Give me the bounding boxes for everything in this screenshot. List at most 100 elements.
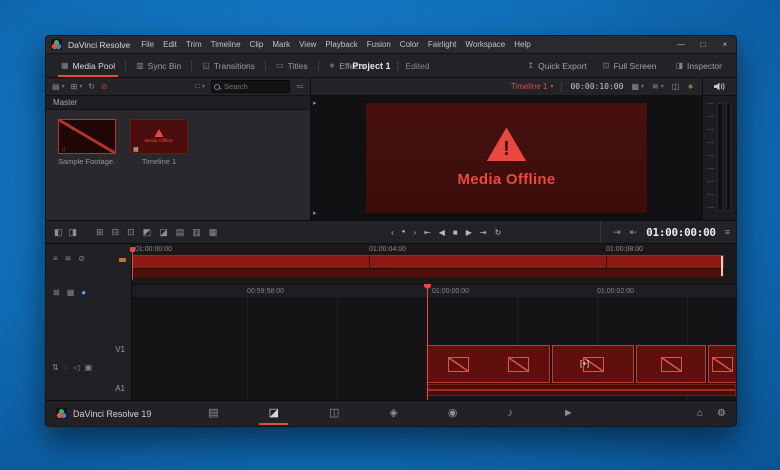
viewer-grid-button[interactable]: ▦ ▾	[631, 82, 644, 91]
minimize-button[interactable]: —	[670, 36, 692, 53]
thumbnail-size-button[interactable]: ∷ ▾	[195, 82, 205, 91]
page-edit-button[interactable]: ◫	[327, 404, 341, 423]
viewer-tools-button[interactable]: ≋ ▾	[652, 82, 664, 91]
tab-sync-bin[interactable]: ▥ Sync Bin	[127, 54, 190, 77]
home-button[interactable]: ⌂	[697, 408, 703, 419]
trim-in-icon[interactable]: ◧	[54, 227, 63, 238]
menu-fairlight[interactable]: Fairlight	[428, 40, 456, 49]
menu-color[interactable]: Color	[400, 40, 419, 49]
transition-icon[interactable]: ▥	[192, 227, 201, 238]
page-deliver-button[interactable]: ►	[561, 404, 576, 423]
menu-workspace[interactable]: Workspace	[465, 40, 505, 49]
clip-thumbnail[interactable]: ♫	[58, 119, 116, 154]
page-fairlight-button[interactable]: ♪	[505, 404, 515, 423]
filter-button[interactable]: ≔	[296, 82, 304, 91]
video-clip[interactable]	[636, 345, 706, 383]
close-button[interactable]: ×	[714, 36, 736, 53]
mini-playhead[interactable]	[132, 250, 133, 280]
collapse-panel-icon[interactable]: ▸	[313, 209, 317, 217]
track-height-icon[interactable]: ⇅	[52, 363, 59, 372]
timeline-options-menu[interactable]: ≡	[725, 227, 730, 237]
video-track-label[interactable]: V1	[115, 345, 125, 354]
refresh-button[interactable]: ↻	[88, 82, 95, 91]
snapping-indicator-icon[interactable]: ●	[81, 288, 86, 297]
playhead[interactable]	[427, 284, 428, 400]
clip-label: Sample Footage...	[58, 157, 116, 166]
page-fusion-button[interactable]: ◈	[387, 404, 399, 423]
menu-timeline[interactable]: Timeline	[211, 40, 241, 49]
audio-track-label[interactable]: A1	[115, 384, 125, 393]
append-icon[interactable]: ⊟	[112, 227, 120, 238]
stop-button[interactable]: ■	[453, 228, 458, 237]
media-clip-timeline-1[interactable]: Media Offline ▦ Timeline 1	[130, 119, 188, 166]
list-view-button[interactable]: ▤ ▾	[52, 82, 65, 91]
disable-icon[interactable]: ⊘	[78, 254, 85, 263]
page-media-button[interactable]: ▤	[206, 404, 220, 423]
play-reverse-button[interactable]: ◀	[439, 228, 445, 237]
tab-titles[interactable]: ▭ Titles	[267, 54, 317, 77]
effect-icon[interactable]: ▦	[209, 227, 218, 238]
tab-media-pool[interactable]: ▦ Media Pool	[52, 54, 124, 77]
menu-fusion[interactable]: Fusion	[367, 40, 391, 49]
quick-export-button[interactable]: ↥ Quick Export	[519, 61, 594, 71]
timeline-selector[interactable]: Timeline 1 ▾	[511, 82, 554, 91]
menu-playback[interactable]: Playback	[325, 40, 357, 49]
titlebar[interactable]: DaVinci Resolve File Edit Trim Timeline …	[46, 36, 736, 54]
mini-video-track[interactable]	[132, 255, 724, 268]
film-icon[interactable]: ▦	[67, 288, 75, 297]
smart-insert-icon[interactable]: ⊞	[96, 227, 104, 238]
mute-icon[interactable]: ◌	[64, 363, 69, 372]
full-screen-button[interactable]: ⊡ Full Screen	[595, 61, 665, 71]
offline-clips-button[interactable]: ⊘	[101, 82, 108, 91]
tab-transitions[interactable]: ◱ Transitions	[193, 54, 264, 77]
trim-out-icon[interactable]: ◨	[69, 227, 78, 238]
collapse-panel-icon[interactable]: ▸	[313, 99, 317, 107]
audio-clip[interactable]	[427, 384, 736, 396]
viewer-area[interactable]: ▸ ▸ ! Media Offline	[311, 96, 702, 220]
track-options-icon[interactable]: ≡	[53, 254, 58, 263]
ripple-overwrite-icon[interactable]: ⊡	[127, 227, 135, 238]
solo-icon[interactable]: ▣	[85, 363, 93, 372]
speaker-small-icon[interactable]: ◁	[73, 363, 79, 372]
source-overwrite-icon[interactable]: ▤	[176, 227, 185, 238]
clip-thumbnail[interactable]: Media Offline ▦	[130, 119, 188, 154]
video-clip[interactable]	[552, 345, 634, 383]
media-clip-sample-footage[interactable]: ♫ Sample Footage...	[58, 119, 116, 166]
menu-edit[interactable]: Edit	[163, 40, 177, 49]
close-up-icon[interactable]: ◩	[143, 227, 152, 238]
match-frame-in-button[interactable]: ⇤	[630, 227, 638, 238]
video-clip[interactable]	[427, 345, 550, 383]
step-back-button[interactable]: ‹	[391, 228, 394, 237]
go-to-start-button[interactable]: ⇤	[424, 228, 431, 237]
import-media-button[interactable]: ⊞ ▾	[71, 82, 83, 91]
page-color-button[interactable]: ◉	[446, 404, 460, 423]
ai-tools-button[interactable]: ∗	[687, 82, 694, 91]
menu-view[interactable]: View	[299, 40, 316, 49]
bin-header[interactable]: Master	[46, 96, 310, 110]
loop-button[interactable]: ↻	[495, 228, 502, 237]
audio-controls[interactable]	[703, 78, 736, 96]
record-marker-button[interactable]: ●	[402, 229, 406, 235]
place-on-top-icon[interactable]: ◪	[159, 227, 168, 238]
waveform-icon[interactable]: ≋	[65, 254, 72, 263]
step-forward-button[interactable]: ›	[413, 228, 416, 237]
video-clip[interactable]	[708, 345, 736, 383]
match-frame-out-button[interactable]: ⇥	[613, 227, 621, 238]
inspector-button[interactable]: ◨ Inspector	[667, 61, 730, 71]
search-input[interactable]	[211, 80, 290, 93]
page-cut-button[interactable]: ◪	[267, 404, 281, 423]
settings-button[interactable]: ⚙	[717, 408, 726, 419]
timeline-tracks[interactable]: [+]	[132, 297, 736, 400]
menu-trim[interactable]: Trim	[186, 40, 202, 49]
lock-icon[interactable]: ⊠	[53, 288, 60, 297]
play-button[interactable]: ▶	[466, 228, 472, 237]
menu-file[interactable]: File	[141, 40, 154, 49]
menu-mark[interactable]: Mark	[272, 40, 290, 49]
grid-view-icon: ▦	[631, 82, 639, 91]
split-view-button[interactable]: ◫	[672, 82, 680, 91]
go-to-end-button[interactable]: ⇥	[480, 228, 487, 237]
maximize-button[interactable]: □	[692, 36, 714, 53]
mini-audio-track[interactable]	[132, 268, 724, 278]
menu-help[interactable]: Help	[514, 40, 530, 49]
menu-clip[interactable]: Clip	[250, 40, 264, 49]
